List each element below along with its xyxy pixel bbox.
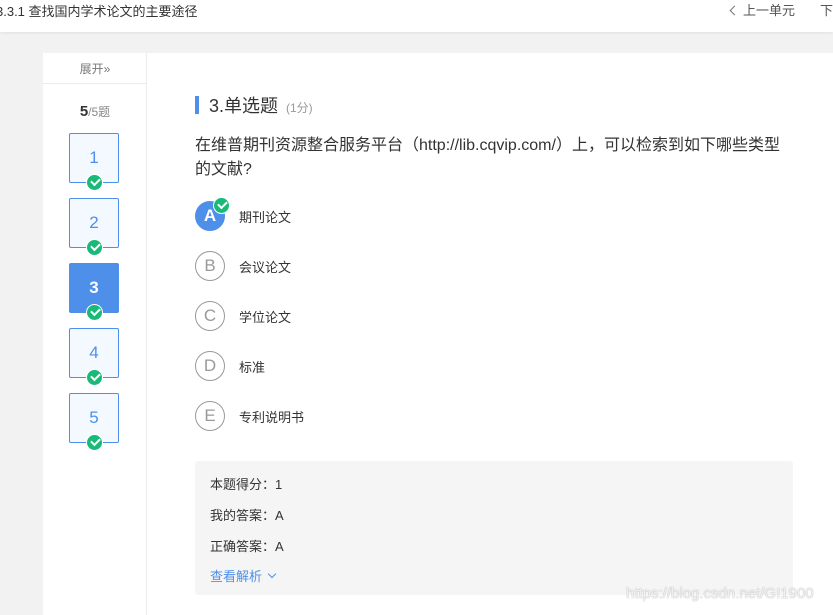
- option-label: 标准: [239, 359, 266, 375]
- top-bar: 3.3.1 查找国内学术论文的主要途径 上一单元 下: [0, 0, 833, 32]
- question-sidebar: 展开» 5/5题 1 2 3 4 5: [43, 53, 147, 615]
- option-c[interactable]: C 学位论文: [195, 301, 291, 331]
- watermark: https://blog.csdn.net/GI1900: [626, 585, 814, 602]
- check-circle-icon: [86, 239, 103, 256]
- option-letter: B: [204, 256, 216, 275]
- option-letter-circle: C: [195, 301, 225, 331]
- question-header: 3.单选题 (1分): [195, 92, 313, 118]
- question-nav-label: 4: [89, 343, 99, 362]
- chevron-left-icon: [729, 5, 740, 15]
- option-b[interactable]: B 会议论文: [195, 251, 291, 281]
- progress-current: 5: [79, 103, 89, 120]
- question-nav-5[interactable]: 5: [69, 393, 119, 451]
- next-unit-link[interactable]: 下: [820, 0, 833, 19]
- option-a[interactable]: A 期刊论文: [195, 197, 292, 231]
- question-nav-4[interactable]: 4: [69, 328, 119, 386]
- accent-bar: [195, 96, 199, 114]
- progress-total: /5题: [88, 105, 111, 119]
- prev-unit-label: 上一单元: [743, 3, 796, 18]
- option-e[interactable]: E 专利说明书: [195, 401, 304, 431]
- question-type: 3.单选题: [209, 96, 279, 116]
- score-line: 本题得分：1: [210, 477, 283, 492]
- question-nav-label: 2: [89, 213, 99, 232]
- question-nav-label: 5: [89, 408, 99, 427]
- option-letter: C: [203, 306, 217, 325]
- check-circle-icon: [86, 434, 103, 451]
- question-score: (1分): [286, 100, 313, 115]
- check-circle-icon: [86, 304, 103, 321]
- question-nav-1[interactable]: 1: [69, 133, 119, 191]
- option-letter-circle: E: [195, 401, 225, 431]
- correct-answer-line: 正确答案：A: [210, 539, 284, 554]
- option-letter-circle: D: [195, 351, 225, 381]
- prev-unit-link[interactable]: 上一单元: [729, 0, 796, 19]
- check-circle-icon: [86, 174, 103, 191]
- quiz-card: 展开» 5/5题 1 2 3 4 5 3.单选题 (1分) 在维普期刊资源整合服…: [43, 53, 833, 615]
- question-panel: 3.单选题 (1分) 在维普期刊资源整合服务平台（http://lib.cqvi…: [147, 53, 833, 615]
- question-text: 在维普期刊资源整合服务平台（http://lib.cqvip.com/）上，可以…: [195, 137, 780, 178]
- check-circle-icon: [86, 369, 103, 386]
- option-d[interactable]: D 标准: [195, 351, 265, 381]
- check-circle-icon: [213, 197, 230, 214]
- option-letter: D: [203, 356, 217, 375]
- question-nav-label: 3: [89, 278, 99, 297]
- option-letter: E: [204, 406, 216, 425]
- view-analysis-label: 查看解析: [210, 569, 263, 584]
- chevron-down-icon: [267, 569, 277, 579]
- expand-button[interactable]: 展开»: [43, 53, 147, 84]
- question-nav-2[interactable]: 2: [69, 198, 119, 256]
- question-nav-3[interactable]: 3: [69, 263, 119, 321]
- option-letter-circle: A: [195, 197, 230, 231]
- option-label: 专利说明书: [239, 409, 305, 425]
- page-title: 3.3.1 查找国内学术论文的主要途径: [0, 4, 198, 19]
- progress-counter: 5/5题: [43, 103, 147, 120]
- answer-result-box: 本题得分：1 我的答案：A 正确答案：A 查看解析: [195, 461, 793, 595]
- option-label: 学位论文: [239, 309, 292, 325]
- my-answer-line: 我的答案：A: [210, 508, 284, 523]
- option-label: 期刊论文: [239, 209, 292, 225]
- view-analysis-link[interactable]: 查看解析: [210, 566, 277, 585]
- option-label: 会议论文: [239, 259, 292, 275]
- question-nav-label: 1: [89, 148, 99, 167]
- option-letter-circle: B: [195, 251, 225, 281]
